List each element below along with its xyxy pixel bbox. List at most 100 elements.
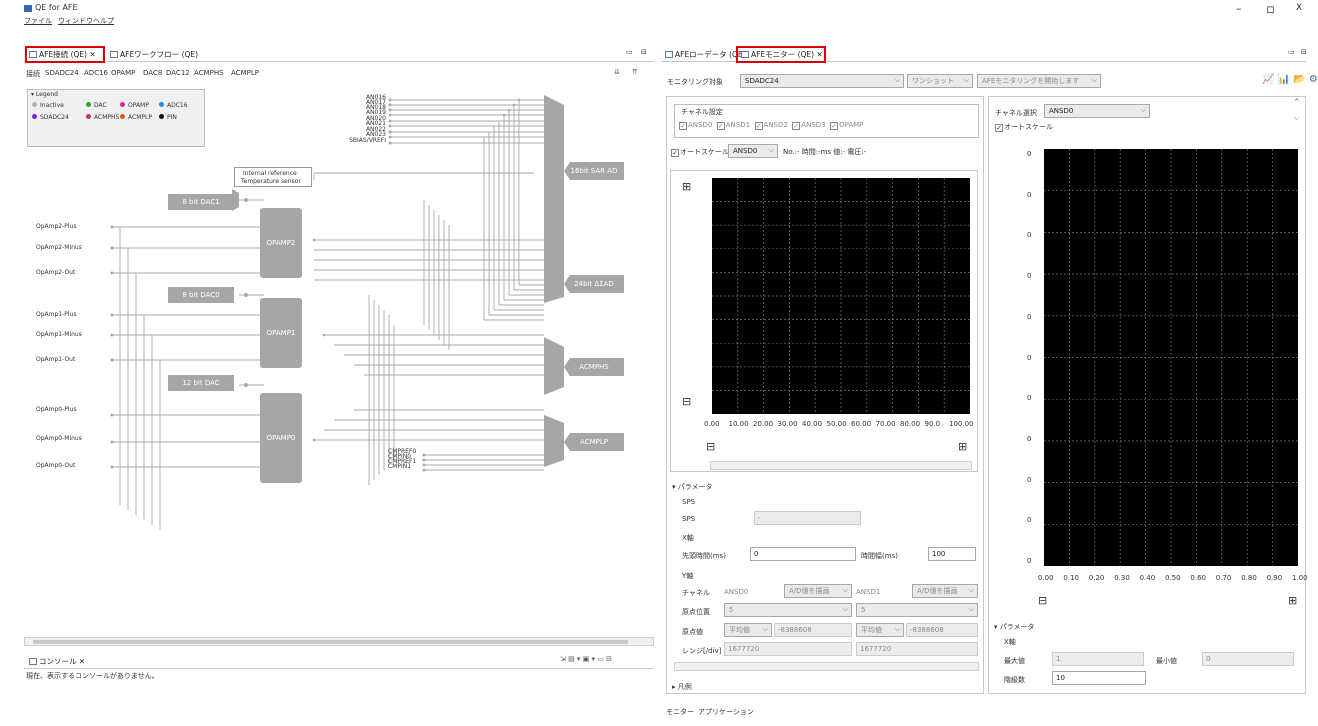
close-tab-icon[interactable]: ✕ xyxy=(816,50,822,59)
subtab-dac8[interactable]: DAC8 xyxy=(143,69,162,77)
chart-tool-icons[interactable]: 📈 📊 📂 ⚙ ▦ xyxy=(1262,74,1318,85)
checkbox-ansd0[interactable]: ✓ ANSD0 xyxy=(679,121,712,130)
dac12-block[interactable]: 12 bit DAC xyxy=(168,375,234,391)
zoom-out-y-icon[interactable]: ⊟ xyxy=(682,395,691,408)
hist-max-field[interactable]: 1 xyxy=(1052,652,1144,666)
tab-afe-rawdata[interactable]: AFEローデータ (QE) xyxy=(662,48,749,62)
close-console-icon[interactable]: ✕ xyxy=(79,657,85,666)
opamp-pin-label: OpAmp0-Minus xyxy=(36,435,82,442)
subtab-sdadc24[interactable]: SDADC24 xyxy=(45,69,79,77)
menu-file[interactable]: ファイル xyxy=(24,16,52,26)
opamp-pin-label: OpAmp2-Out xyxy=(36,269,76,276)
hist-y-tick-label: 0 xyxy=(1027,475,1032,484)
tab-monitor[interactable]: モニター xyxy=(666,707,694,717)
range-field-1[interactable]: 1677720 xyxy=(724,642,852,656)
view-icon xyxy=(741,51,749,58)
checkbox-opamp[interactable]: ✓ OPAMP xyxy=(830,121,863,130)
minimize-button[interactable]: – xyxy=(1236,2,1242,15)
subtab-adc16[interactable]: ADC16 xyxy=(84,69,108,77)
start-monitoring-button[interactable]: AFEモニタリングを開始します xyxy=(977,74,1101,88)
import-icon[interactable]: ⇊ xyxy=(614,68,620,76)
subtab-dac12[interactable]: DAC12 xyxy=(166,69,190,77)
connection-diagram xyxy=(110,95,564,530)
origin-position-2[interactable]: 5 xyxy=(856,603,978,617)
x-tick-label: 50.00 xyxy=(826,420,847,428)
view-icon xyxy=(665,51,673,58)
checkbox-ansd3[interactable]: ✓ ANSD3 xyxy=(792,121,826,130)
hist-x-tick-label: 0.20 xyxy=(1088,574,1105,582)
checkbox-ansd1[interactable]: ✓ ANSD1 xyxy=(716,121,750,130)
acmphs-block[interactable]: ACMPHS xyxy=(564,358,624,376)
menu-help[interactable]: ヘルプ xyxy=(93,16,114,26)
close-tab-icon[interactable]: ✕ xyxy=(89,50,95,59)
hist-params-title[interactable]: ▾ パラメータ xyxy=(994,622,1035,632)
maximize-view-icon[interactable]: ⊟ xyxy=(641,48,647,56)
autoscale-checkbox[interactable]: ✓ オートスケール xyxy=(671,147,729,157)
params-title[interactable]: ▾ パラメータ xyxy=(672,482,713,492)
diagram-hscrollbar[interactable] xyxy=(24,637,654,646)
y-channel-1-mode[interactable]: A/D値を描画 xyxy=(784,584,852,598)
origin-value-mode-1[interactable]: 平均値 xyxy=(724,623,772,637)
hist-x-tick-label: 0.10 xyxy=(1063,574,1079,582)
console-icon xyxy=(29,658,37,665)
menu-window[interactable]: ウィンドウ xyxy=(58,16,93,26)
waveform-hscrollbar[interactable] xyxy=(710,461,972,470)
hist-vscroll[interactable]: ^ ⌵ xyxy=(1294,98,1304,136)
tab-afe-monitor[interactable]: AFEモニター (QE) ✕ xyxy=(738,48,826,62)
dac0-block[interactable]: 8 bit DAC0 xyxy=(168,287,234,303)
origin-position-1[interactable]: 5 xyxy=(724,603,852,617)
origin-value-1[interactable]: -8388608 xyxy=(774,623,852,637)
hist-zoom-in-icon[interactable]: ⊞ xyxy=(1288,594,1297,607)
zoom-out-x-icon[interactable]: ⊟ xyxy=(706,440,715,453)
zoom-in-x-icon[interactable]: ⊞ xyxy=(958,440,967,453)
start-time-field[interactable]: 0 xyxy=(750,547,856,561)
histogram-plot[interactable] xyxy=(1044,149,1298,566)
zoom-in-y-icon[interactable]: ⊞ xyxy=(682,180,691,193)
export-icon[interactable]: ⇈ xyxy=(632,68,638,76)
tab-afe-connection[interactable]: AFE接続 (QE) ✕ xyxy=(26,48,99,62)
origin-position-label: 原点位置 xyxy=(682,608,710,616)
sigma-delta-adc-block[interactable]: 24bit ΔΣAD xyxy=(564,275,624,293)
time-width-field[interactable]: 100 xyxy=(928,547,976,561)
tab-afe-workflow[interactable]: AFEワークフロー (QE) xyxy=(107,48,201,62)
subtab-acmplp[interactable]: ACMPLP xyxy=(231,69,259,77)
monitor-target-select[interactable]: SDADC24 xyxy=(740,74,904,88)
tab-console[interactable]: コンソール ✕ xyxy=(26,655,88,669)
legend-section-toggle[interactable]: ▸ 凡例 xyxy=(672,682,692,692)
dac1-block[interactable]: 8 bit DAC1 xyxy=(168,194,234,210)
x-axis-section: X軸 xyxy=(682,534,694,542)
hist-autoscale-checkbox[interactable]: ✓ オートスケール xyxy=(995,122,1053,132)
x-tick-label: 40.00 xyxy=(802,420,823,428)
minimize-view-icon[interactable]: ▭ xyxy=(626,48,633,56)
opamp0-block[interactable]: OPAMP0 xyxy=(260,393,302,483)
hist-x-tick-label: 0.00 xyxy=(1038,574,1054,582)
params-hscrollbar[interactable] xyxy=(674,662,979,671)
console-toolbar-icons[interactable]: ⇲ ▤ ▾ ▣ ▾ ▭ ⊟ xyxy=(560,655,612,663)
mode-select[interactable]: ワンショット xyxy=(907,74,973,88)
hist-bins-field[interactable]: 10 xyxy=(1052,671,1146,685)
opamp2-block[interactable]: OPAMP2 xyxy=(260,208,302,278)
opamp1-block[interactable]: OPAMP1 xyxy=(260,298,302,368)
hist-channel-select[interactable]: ANSD0 xyxy=(1044,104,1150,118)
checkbox-ansd2[interactable]: ✓ ANSD2 xyxy=(754,121,788,130)
maximize-view-icon[interactable]: ⊟ xyxy=(1301,48,1307,56)
waveform-plot[interactable] xyxy=(712,178,970,414)
subtab-acmphs[interactable]: ACMPHS xyxy=(194,69,224,77)
hist-zoom-out-icon[interactable]: ⊟ xyxy=(1038,594,1047,607)
tab-application[interactable]: アプリケーション xyxy=(698,707,754,717)
subtab-connection[interactable]: 接続 xyxy=(26,69,40,79)
view-icon xyxy=(29,51,37,58)
sar-adc-block[interactable]: 16bit SAR AD xyxy=(564,162,624,180)
origin-value-2[interactable]: -8388608 xyxy=(906,623,978,637)
acmplp-block[interactable]: ACMPLP xyxy=(564,433,624,451)
range-field-2[interactable]: 1677720 xyxy=(856,642,978,656)
hist-min-field[interactable]: 0 xyxy=(1202,652,1294,666)
y-channel-2-mode[interactable]: A/D値を描画 xyxy=(912,584,978,598)
minimize-view-icon[interactable]: ▭ xyxy=(1288,48,1295,56)
subtab-opamp[interactable]: OPAMP xyxy=(111,69,135,77)
restore-button[interactable]: ロ xyxy=(1266,3,1275,16)
autoscale-channel-select[interactable]: ANSD0 xyxy=(728,144,778,158)
sps-field[interactable]: - xyxy=(754,511,861,525)
origin-value-mode-2[interactable]: 平均値 xyxy=(856,623,904,637)
close-button[interactable]: X xyxy=(1296,3,1302,13)
